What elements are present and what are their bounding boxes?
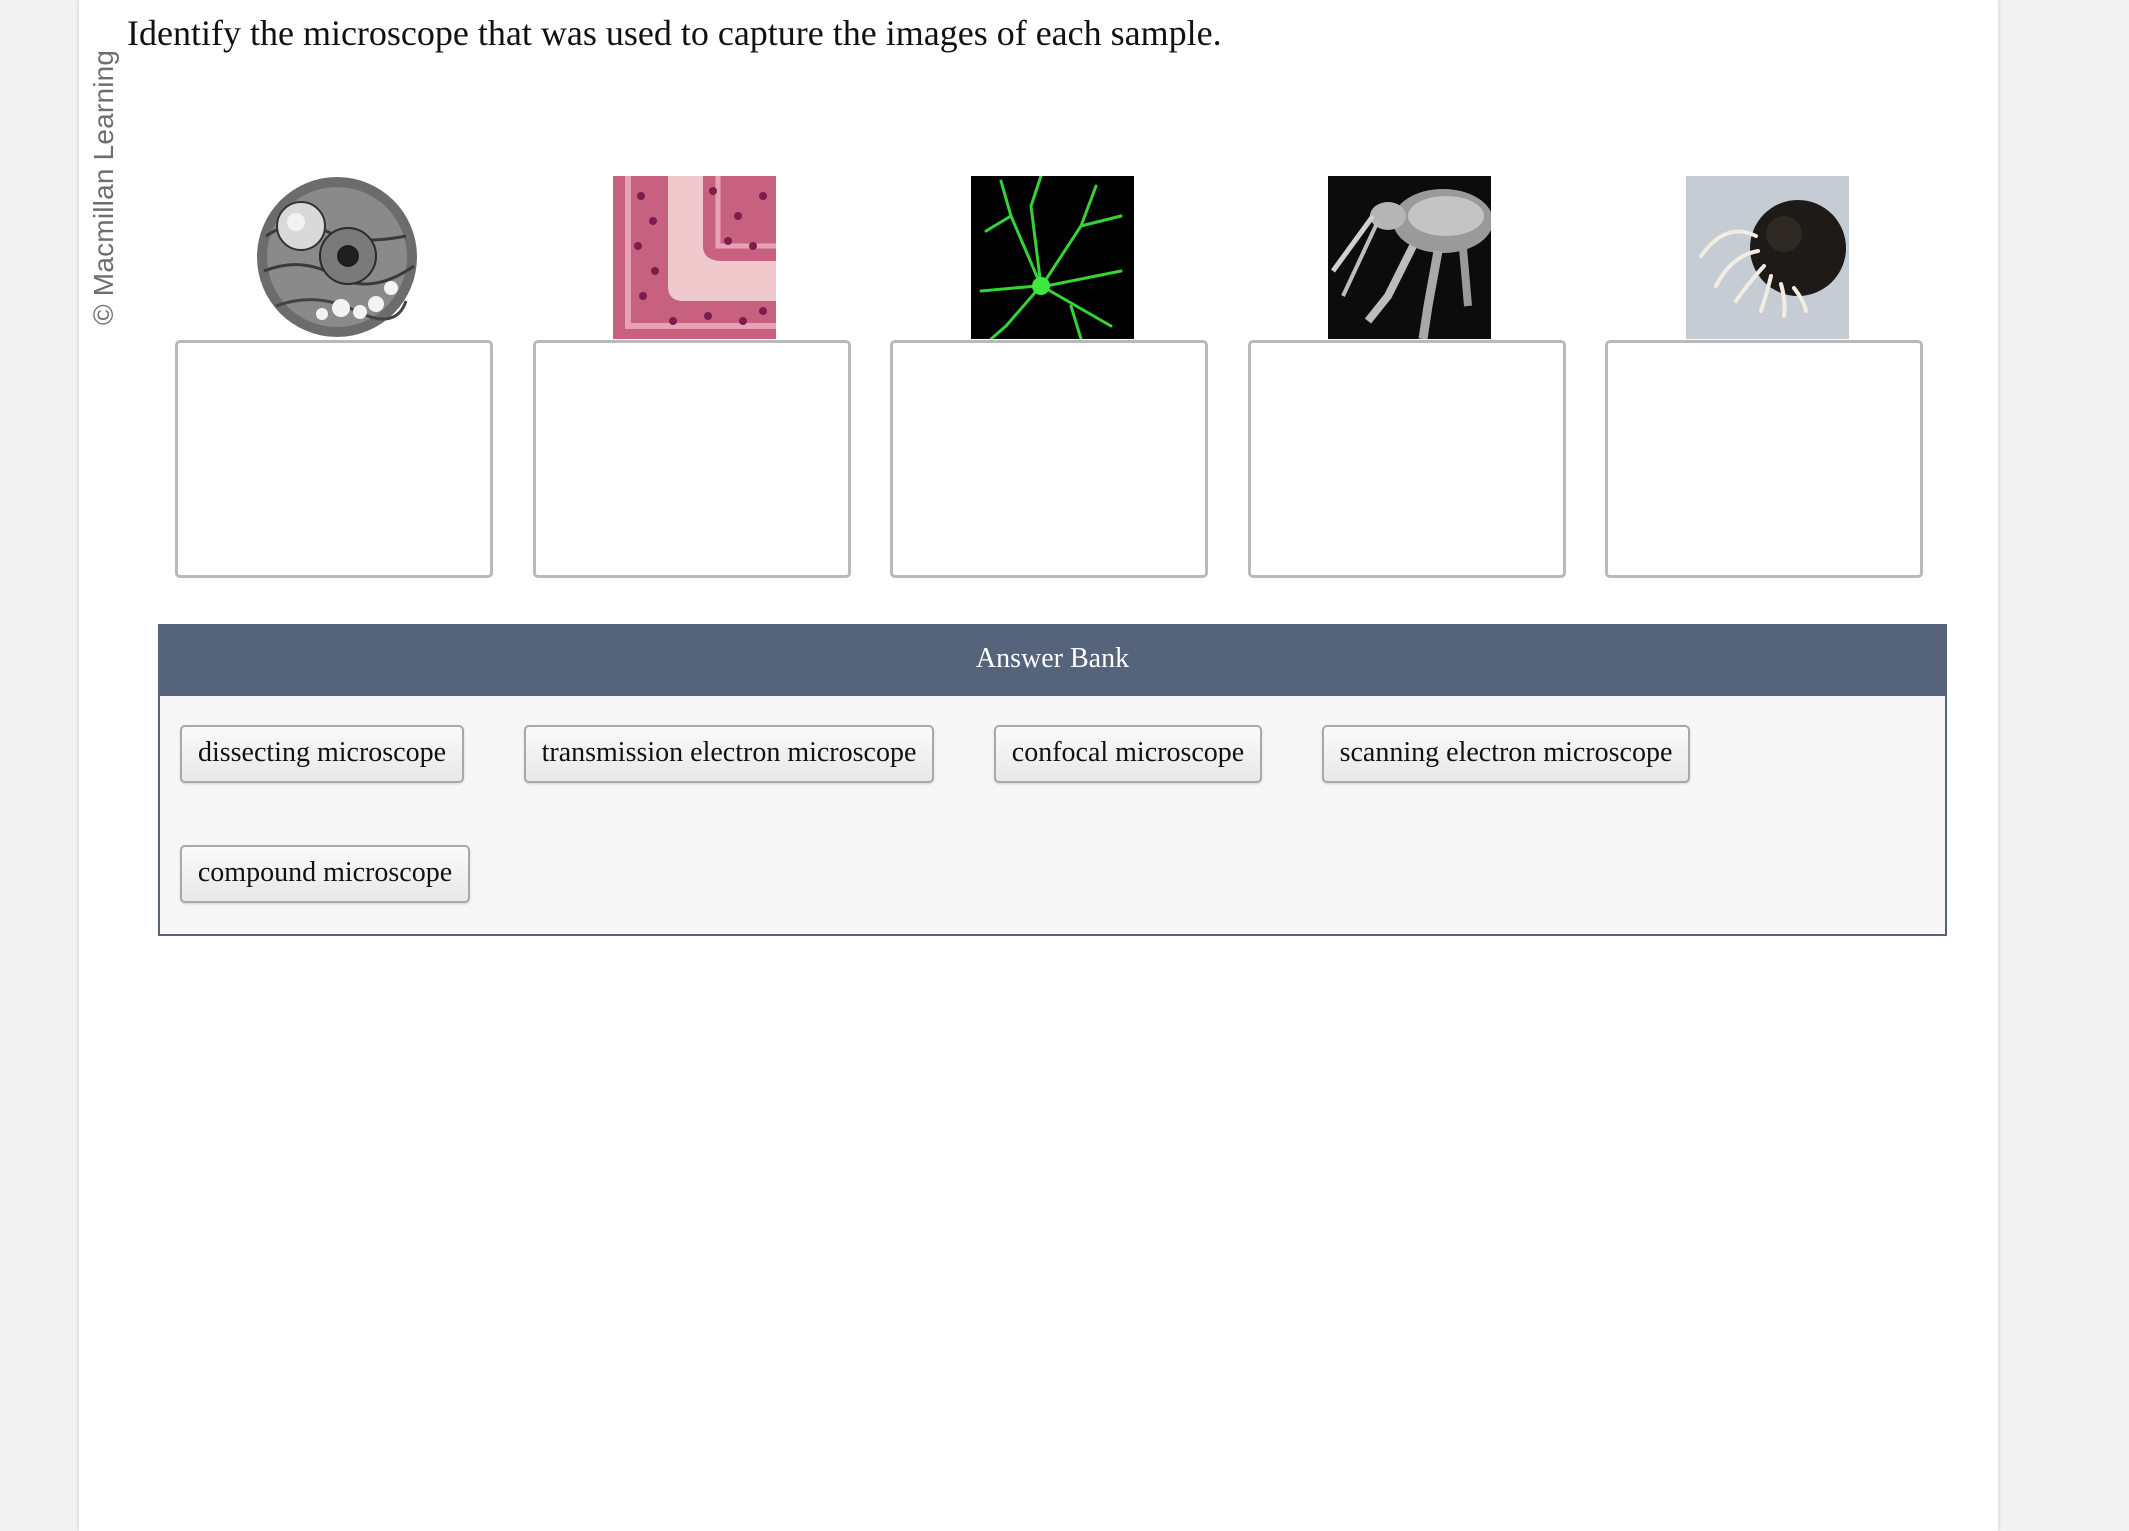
drop-target-2[interactable] (533, 340, 851, 578)
answer-chip-transmission-electron[interactable]: transmission electron microscope (524, 725, 934, 783)
answer-chip-compound[interactable]: compound microscope (180, 845, 470, 903)
answer-bank-title: Answer Bank (160, 626, 1945, 696)
drop-target-5[interactable] (1605, 340, 1923, 578)
fluorescent-neuron-image (971, 176, 1134, 339)
answer-chip-dissecting[interactable]: dissecting microscope (180, 725, 464, 783)
drop-target-4[interactable] (1248, 340, 1566, 578)
whole-organism-image (1686, 176, 1849, 339)
drop-target-3[interactable] (890, 340, 1208, 578)
stained-tissue-image (613, 176, 776, 339)
sem-insect-image (1328, 176, 1491, 339)
answer-chip-scanning-electron[interactable]: scanning electron microscope (1322, 725, 1690, 783)
tem-cell-image (256, 176, 419, 339)
question-text: Identify the microscope that was used to… (127, 13, 1222, 53)
drop-target-1[interactable] (175, 340, 493, 578)
answer-chip-confocal[interactable]: confocal microscope (994, 725, 1262, 783)
copyright-credit: © Macmillan Learning (88, 49, 119, 325)
